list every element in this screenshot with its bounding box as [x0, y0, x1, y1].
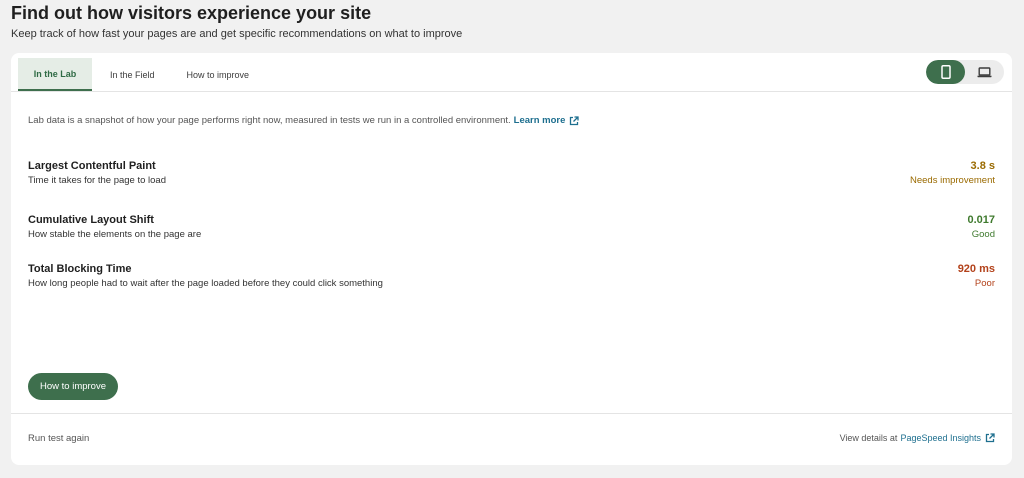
external-link-icon — [985, 433, 995, 443]
learn-more-label: Learn more — [513, 115, 566, 126]
view-details: View details at PageSpeed Insights — [840, 433, 995, 443]
footer-divider — [11, 413, 1012, 414]
page-heading: Find out how visitors experience your si… — [11, 2, 462, 41]
desktop-button[interactable] — [965, 60, 1004, 84]
view-details-prefix: View details at — [839, 433, 898, 443]
phone-icon — [940, 65, 951, 79]
metric-value: 3.8 s — [970, 160, 995, 172]
learn-more-link[interactable]: Learn more — [514, 115, 580, 126]
tab-divider — [11, 91, 1012, 92]
metric-description: Time it takes for the page to load — [28, 175, 167, 186]
tab-in-the-field[interactable]: In the Field — [96, 58, 169, 91]
metric-name: Largest Contentful Paint — [28, 160, 156, 172]
metric-name: Total Blocking Time — [28, 263, 132, 275]
lab-intro-text: Lab data is a snapshot of how your page … — [28, 115, 511, 126]
device-toggle — [926, 60, 1004, 84]
metric-tbt: Total Blocking Time How long people had … — [28, 263, 995, 290]
lab-intro: Lab data is a snapshot of how your page … — [28, 115, 580, 126]
tab-in-the-lab[interactable]: In the Lab — [18, 58, 92, 91]
laptop-icon — [977, 66, 992, 77]
metric-description: How long people had to wait after the pa… — [28, 278, 383, 289]
metric-cls: Cumulative Layout Shift How stable the e… — [28, 214, 995, 241]
metric-name: Cumulative Layout Shift — [28, 214, 154, 226]
tab-bar: In the Lab In the Field How to improve — [18, 58, 267, 91]
pagespeed-insights-label: PageSpeed Insights — [900, 433, 981, 443]
metric-description: How stable the elements on the page are — [28, 229, 202, 240]
metric-value: 920 ms — [957, 263, 995, 275]
external-link-icon — [570, 115, 580, 125]
page: Find out how visitors experience your si… — [0, 0, 1024, 478]
experience-card: In the Lab In the Field How to improve L… — [11, 53, 1012, 465]
page-title: Find out how visitors experience your si… — [11, 3, 372, 23]
metric-status: Poor — [974, 278, 995, 289]
mobile-button[interactable] — [926, 60, 965, 84]
metric-lcp: Largest Contentful Paint Time it takes f… — [28, 160, 995, 187]
run-test-again-button[interactable]: Run test again — [28, 433, 89, 444]
how-to-improve-button[interactable]: How to improve — [28, 373, 118, 400]
page-subtitle: Keep track of how fast your pages are an… — [11, 28, 463, 40]
tab-how-to-improve[interactable]: How to improve — [173, 58, 264, 91]
metric-value: 0.017 — [967, 214, 995, 226]
metric-status: Good — [971, 229, 995, 240]
metric-status: Needs improvement — [909, 175, 995, 186]
pagespeed-insights-link[interactable]: PageSpeed Insights — [900, 433, 995, 443]
